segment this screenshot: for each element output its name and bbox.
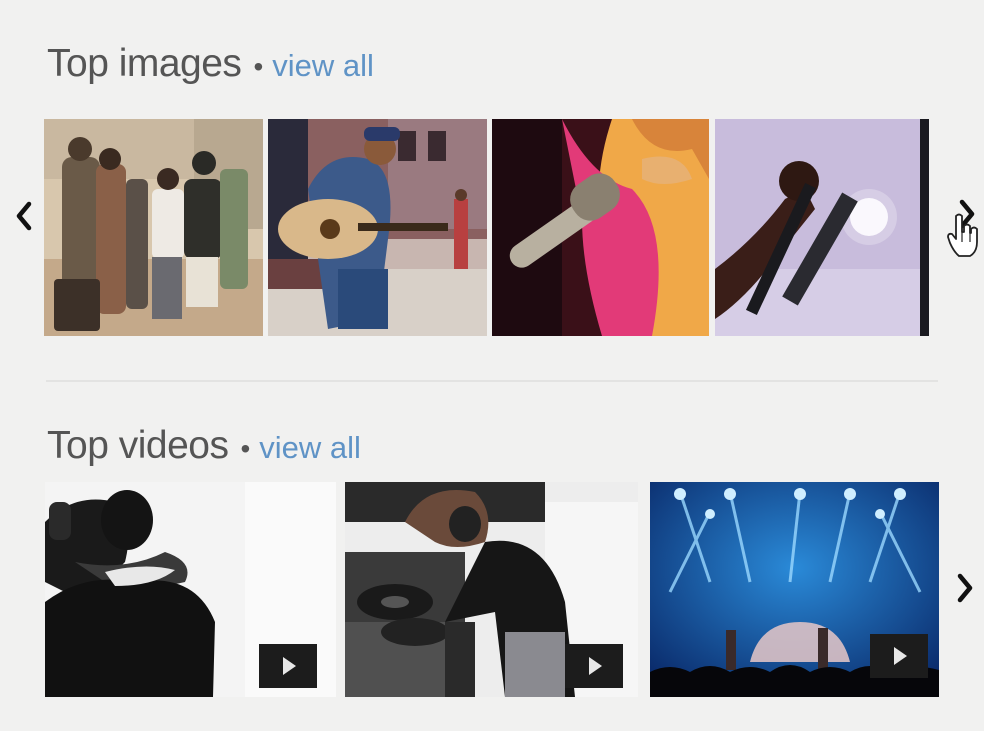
separator-dot: • (240, 433, 251, 464)
image-thumbnail-3[interactable] (492, 119, 709, 336)
section-divider (46, 380, 938, 382)
hand-pointer-icon (946, 212, 980, 258)
results-panel: Top images • view all Top videos • view … (0, 0, 984, 731)
image-thumbnail-4[interactable] (715, 119, 929, 336)
image-thumbnail-2[interactable] (268, 119, 487, 336)
play-icon (283, 657, 296, 675)
top-images-header: Top images • view all (47, 42, 374, 86)
video-play-button-3[interactable] (870, 634, 928, 678)
top-videos-view-all-link[interactable]: view all (259, 430, 361, 466)
top-videos-title: Top videos (47, 424, 229, 467)
chevron-right-icon[interactable] (953, 570, 977, 606)
video-play-button-2[interactable] (565, 644, 623, 688)
play-icon (589, 657, 602, 675)
separator-dot: • (253, 51, 264, 82)
top-images-title: Top images (47, 42, 242, 85)
video-thumbnail-3[interactable] (650, 482, 939, 697)
play-icon (894, 647, 907, 665)
chevron-left-icon[interactable] (12, 198, 36, 234)
video-thumbnail-2[interactable] (345, 482, 638, 697)
video-play-button-1[interactable] (259, 644, 317, 688)
image-thumbnail-1[interactable] (44, 119, 263, 336)
video-thumbnail-1[interactable] (45, 482, 336, 697)
top-videos-header: Top videos • view all (47, 424, 361, 468)
top-images-view-all-link[interactable]: view all (272, 48, 374, 84)
